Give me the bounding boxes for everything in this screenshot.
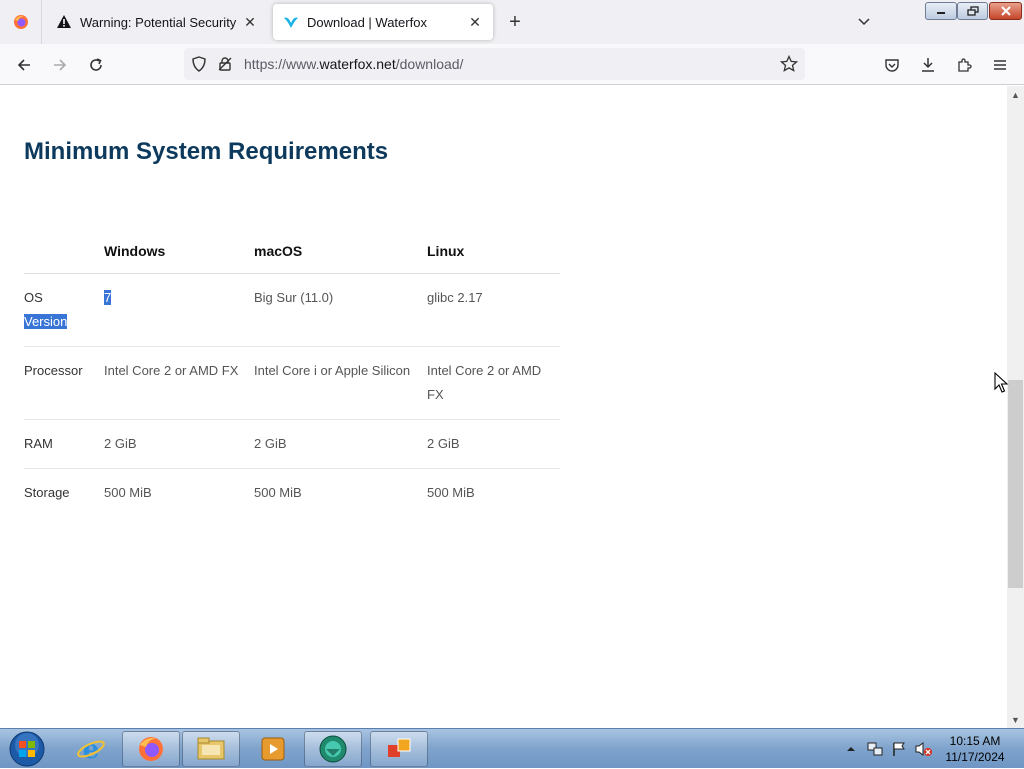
hamburger-menu-icon [994,60,1006,70]
windows-logo-icon [9,731,45,767]
cell-linux: 500 MiB [427,484,475,500]
app-menu-button[interactable] [987,52,1013,78]
network-icon[interactable] [867,741,883,757]
cell-macos: 2 GiB [254,419,427,469]
close-icon [1000,6,1011,16]
volume-muted-icon[interactable] [915,741,933,757]
download-icon [922,58,934,72]
clock-date: 11/17/2024 [945,750,1005,764]
close-window-button[interactable] [989,2,1022,20]
list-all-tabs-button[interactable] [852,10,876,34]
minimize-icon [937,12,945,14]
row-label: Processor [24,346,104,420]
bookmark-star-icon[interactable] [780,55,798,73]
url-host: waterfox.net [319,56,396,72]
arrow-right-icon [54,59,67,71]
tab-download-waterfox[interactable]: Download | Waterfox ✕ [273,4,493,40]
address-bar[interactable]: https://www.waterfox.net/download/ [184,48,805,80]
action-center-flag-icon[interactable] [891,741,907,757]
cell-windows: 7 [104,273,254,347]
tab-strip: Warning: Potential Security Risk Ahead ✕… [0,0,1024,44]
chevron-down-icon [858,18,870,26]
lock-warning-icon[interactable] [216,55,234,73]
office-app-icon [388,738,411,757]
column-header-windows: Windows [104,230,254,274]
selected-text: 7 [104,289,112,305]
firefox-view-button[interactable] [0,0,42,44]
waterfox-icon [283,14,299,30]
page-content: Minimum System Requirements Windows macO… [0,86,1007,728]
system-requirements-table: Windows macOS Linux OS Version 7 Big Sur … [24,230,560,517]
cell-windows: 2 GiB [104,419,254,469]
column-header [24,230,104,274]
scrollbar-thumb[interactable] [1008,380,1023,588]
reload-button[interactable] [83,52,109,78]
close-icon[interactable]: ✕ [242,14,258,30]
row-label: Storage [24,484,70,500]
navigation-toolbar: https://www.waterfox.net/download/ [0,44,1024,85]
back-button[interactable] [11,52,37,78]
pocket-button[interactable] [879,52,905,78]
cell-linux: glibc 2.17 [427,273,560,347]
reload-icon [90,58,102,71]
warning-icon [56,14,72,30]
cell-windows: Intel Core 2 or AMD FX [104,346,254,420]
column-header-macos: macOS [254,230,427,274]
show-hidden-icons-arrow-icon[interactable] [846,744,856,754]
table-row: RAM 2 GiB 2 GiB 2 GiB [24,419,560,469]
taskbar-file-explorer[interactable] [182,731,240,767]
table-row: OS Version 7 Big Sur (11.0) glibc 2.17 [24,273,560,347]
arrow-left-icon [17,59,30,71]
internet-explorer-icon: e [77,735,105,764]
cell-macos: Big Sur (11.0) [254,273,427,347]
taskbar-app[interactable] [370,731,428,767]
mouse-cursor-icon [994,372,1009,393]
selected-text: Version [24,313,68,329]
table-row: Processor Intel Core 2 or AMD FX Intel C… [24,346,560,420]
downloads-button[interactable] [915,52,941,78]
windows-taskbar: e 10:15 AM 11/17/2024 [0,728,1024,768]
scroll-down-arrow-icon[interactable]: ▼ [1007,711,1024,728]
media-player-icon [261,737,285,761]
cell-macos: 500 MiB [254,484,302,500]
taskbar-clock[interactable]: 10:15 AM 11/17/2024 [940,733,1010,765]
vertical-scrollbar[interactable]: ▲ ▼ [1007,86,1024,728]
column-header-linux: Linux [427,230,560,274]
taskbar-internet-explorer[interactable]: e [62,731,120,767]
restore-icon [966,6,979,16]
row-label: RAM [24,419,104,469]
clock-time: 10:15 AM [949,734,1001,748]
pocket-icon [885,59,899,72]
taskbar-media-player[interactable] [244,731,302,767]
forward-button[interactable] [47,52,73,78]
taskbar-firefox[interactable] [122,731,180,767]
page-heading: Minimum System Requirements [24,138,389,165]
tab-security-warning[interactable]: Warning: Potential Security Risk Ahead ✕ [46,4,268,40]
cell-linux: Intel Core 2 or AMD FX [427,346,560,420]
puzzle-icon [958,58,972,72]
close-icon[interactable]: ✕ [467,14,483,30]
folder-icon [197,737,225,760]
taskbar-waterfox[interactable] [304,731,362,767]
firefox-icon [13,15,28,29]
start-button[interactable] [4,730,50,768]
cell-linux: 2 GiB [427,419,560,469]
firefox-icon [139,737,163,761]
url-text: https://www.waterfox.net/download/ [244,56,464,72]
app-circle-icon [319,735,347,763]
row-label: OS Version [24,273,104,347]
tracking-protection-shield-icon[interactable] [190,55,208,73]
table-row: Storage 500 MiB 500 MiB 500 MiB [24,468,560,517]
scroll-up-arrow-icon[interactable]: ▲ [1007,86,1024,103]
new-tab-button[interactable]: + [503,10,527,34]
table-header-row: Windows macOS Linux [24,230,560,274]
restore-button[interactable] [957,2,988,20]
cell-windows: 500 MiB [104,484,152,500]
minimize-button[interactable] [925,2,957,20]
tab-title: Warning: Potential Security Risk Ahead [80,14,236,30]
extensions-button[interactable] [951,52,977,78]
svg-text:e: e [83,735,100,764]
cell-macos: Intel Core i or Apple Silicon [254,346,427,420]
tab-title: Download | Waterfox [307,14,427,30]
